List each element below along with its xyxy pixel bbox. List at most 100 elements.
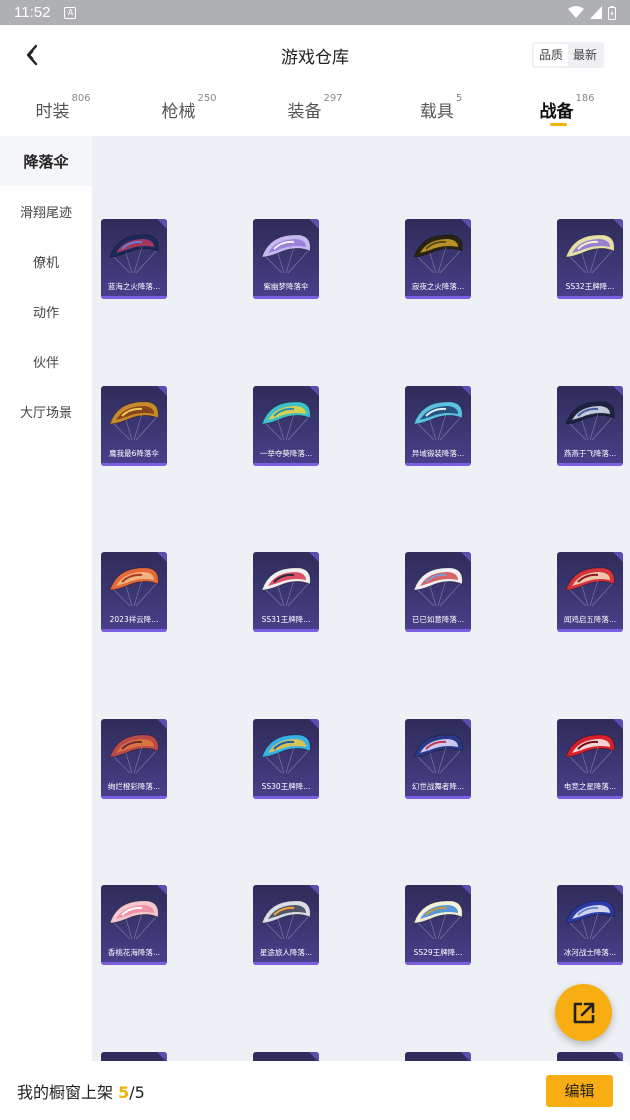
- parachute-thumbnail-icon: [413, 734, 463, 773]
- parachute-item-card[interactable]: SS32王牌降...: [557, 219, 623, 299]
- parachute-thumbnail-icon: [565, 401, 615, 440]
- sidebar-item-wingman[interactable]: 僚机: [0, 236, 92, 286]
- card-corner-decoration: [157, 1051, 167, 1061]
- card-corner-decoration: [309, 718, 319, 729]
- card-corner-decoration: [613, 385, 623, 396]
- tab-count: 297: [323, 93, 343, 104]
- rarity-bar: [557, 462, 623, 466]
- parachute-item-card[interactable]: 紫幽梦降落伞: [253, 219, 319, 299]
- parachute-thumbnail-icon: [261, 567, 311, 607]
- external-link-icon: [573, 1002, 594, 1023]
- parachute-thumbnail-icon: [565, 567, 615, 607]
- parachute-thumbnail-icon: [261, 401, 311, 440]
- active-tab-indicator: [550, 123, 567, 126]
- item-name: 冰河战士降落...: [563, 948, 617, 957]
- sidebar-list: 滑翔尾迹 僚机 动作 伙伴 大厅场景: [0, 186, 92, 1120]
- parachute-thumbnail-icon: [109, 401, 159, 440]
- parachute-item-card[interactable]: 一举夺葵降落...: [253, 385, 319, 466]
- tab-count: 186: [575, 93, 595, 104]
- parachute-thumbnail-icon: [261, 734, 311, 773]
- item-name: 寂夜之火降落...: [411, 282, 465, 291]
- card-corner-decoration: [309, 1051, 319, 1061]
- item-name: 2023祥云降...: [109, 615, 159, 624]
- parachute-item-card[interactable]: 寂夜之火降落...: [405, 219, 471, 299]
- showcase-text: 我的橱窗上架: [17, 1082, 114, 1102]
- category-tabs: 时装 806 枪械 250 装备 297 载具 5 战备 186: [0, 85, 630, 136]
- parachute-item-card[interactable]: 异域锻装降落...: [405, 385, 471, 466]
- parachute-item-card[interactable]: [253, 1051, 319, 1061]
- wifi-icon: [568, 6, 584, 18]
- item-name: SS30王牌降...: [261, 781, 311, 791]
- rarity-bar: [101, 962, 167, 965]
- card-corner-decoration: [461, 885, 471, 895]
- item-name: 蓝海之火降落...: [107, 282, 161, 291]
- card-corner-decoration: [613, 552, 623, 562]
- item-name: 幻世战舞者降...: [411, 781, 465, 791]
- tab-guns[interactable]: 枪械 250: [126, 85, 252, 136]
- parachute-thumbnail-icon: [413, 234, 463, 274]
- sidebar-item-lobby-scene[interactable]: 大厅场景: [0, 386, 92, 436]
- status-time: 11:52: [14, 4, 51, 21]
- rarity-bar: [101, 629, 167, 632]
- parachute-item-card[interactable]: 已已如意降落...: [405, 552, 471, 632]
- showcase-current: 5: [118, 1082, 130, 1102]
- parachute-item-card[interactable]: [405, 1051, 471, 1061]
- sort-by-quality[interactable]: 品质: [533, 44, 568, 66]
- app-notification-icon: A: [64, 6, 77, 19]
- item-name: 闻鸡启五降落...: [563, 615, 617, 624]
- tab-battle-prep[interactable]: 战备 186: [504, 85, 630, 136]
- parachute-thumbnail-icon: [413, 567, 463, 607]
- tab-fashion[interactable]: 时装 806: [0, 85, 126, 136]
- parachute-item-card[interactable]: SS31王牌降...: [253, 552, 319, 632]
- sort-by-newest[interactable]: 最新: [568, 44, 602, 66]
- parachute-thumbnail-icon: [109, 567, 159, 607]
- parachute-item-card[interactable]: 闻鸡启五降落...: [557, 552, 623, 632]
- edit-button[interactable]: 编辑: [546, 1074, 613, 1107]
- parachute-item-card[interactable]: 电竞之星降落...: [557, 718, 623, 799]
- rarity-bar: [405, 462, 471, 466]
- item-name: 燕燕于飞降落...: [563, 448, 617, 458]
- tab-label: 载具: [419, 102, 454, 122]
- card-corner-decoration: [157, 552, 167, 562]
- sidebar-item-parachute[interactable]: 降落伞: [0, 136, 92, 186]
- tab-count: 5: [455, 93, 463, 104]
- parachute-item-card[interactable]: SS30王牌降...: [253, 718, 319, 799]
- sidebar-item-glide-trail[interactable]: 滑翔尾迹: [0, 186, 92, 236]
- card-corner-decoration: [461, 1051, 471, 1061]
- parachute-item-card[interactable]: [101, 1051, 167, 1061]
- parachute-item-card[interactable]: 2023祥云降...: [101, 552, 167, 632]
- parachute-item-card[interactable]: 鹰我最6降落伞: [101, 385, 167, 466]
- parachute-item-card[interactable]: 幻世战舞者降...: [405, 718, 471, 799]
- status-icons: [568, 5, 616, 20]
- parachute-thumbnail-icon: [109, 234, 159, 274]
- rarity-bar: [557, 629, 623, 632]
- tab-label: 战备: [539, 102, 574, 122]
- parachute-item-card[interactable]: SS29王牌降...: [405, 885, 471, 965]
- card-corner-decoration: [613, 718, 623, 729]
- tab-count: 250: [197, 93, 217, 104]
- sidebar-item-emote[interactable]: 动作: [0, 286, 92, 336]
- page-title: 游戏仓库: [281, 47, 349, 68]
- rarity-bar: [253, 962, 319, 965]
- parachute-item-card[interactable]: 蓝海之火降落...: [101, 219, 167, 299]
- item-name: 紫幽梦降落伞: [263, 282, 309, 291]
- parachute-item-card[interactable]: 香桃花海降落...: [101, 885, 167, 965]
- rarity-bar: [101, 462, 167, 466]
- parachute-item-card[interactable]: 星途旅人降落...: [253, 885, 319, 965]
- rarity-bar: [557, 962, 623, 965]
- sidebar-item-companion[interactable]: 伙伴: [0, 336, 92, 386]
- tab-equipment[interactable]: 装备 297: [252, 85, 378, 136]
- parachute-item-card[interactable]: 绚烂橙彩降落...: [101, 718, 167, 799]
- rarity-bar: [253, 296, 319, 299]
- parachute-item-card[interactable]: 燕燕于飞降落...: [557, 385, 623, 466]
- item-name: 一举夺葵降落...: [259, 448, 313, 458]
- tab-vehicles[interactable]: 载具 5: [378, 85, 504, 136]
- back-button[interactable]: [16, 39, 48, 71]
- rarity-bar: [405, 296, 471, 299]
- parachute-item-card[interactable]: [557, 1051, 623, 1061]
- parachute-item-card[interactable]: 冰河战士降落...: [557, 885, 623, 965]
- card-corner-decoration: [309, 885, 319, 895]
- rarity-bar: [101, 296, 167, 299]
- rarity-bar: [557, 296, 623, 299]
- share-button[interactable]: [555, 984, 612, 1041]
